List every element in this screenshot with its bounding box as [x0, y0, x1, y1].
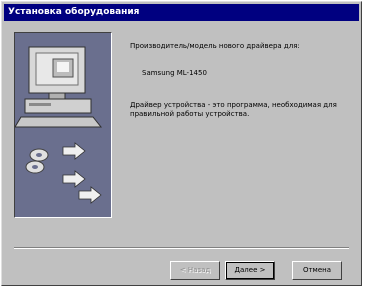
window-title: Установка оборудования: [4, 4, 359, 21]
device-name: Samsung ML-1450: [142, 69, 207, 77]
back-button[interactable]: < Назад: [170, 261, 220, 280]
button-separator: [14, 247, 349, 249]
intro-text: Производитель/модель нового драйвера для…: [130, 42, 300, 50]
next-button[interactable]: Далее >: [225, 261, 275, 280]
hardware-wizard-dialog: Установка оборудования Производитель/мод…: [1, 1, 362, 286]
computer-disks-icon: [15, 46, 103, 204]
driver-description: Драйвер устройства - это программа, необ…: [130, 101, 337, 118]
wizard-illustration: [14, 32, 112, 218]
cancel-button[interactable]: Отмена: [292, 261, 342, 280]
